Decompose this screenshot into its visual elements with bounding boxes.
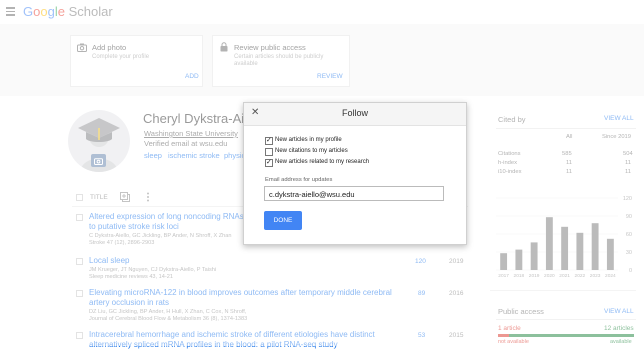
new-citations-label[interactable]: New citations to my articles [275,148,348,154]
email-field-label: Email address for updates [265,177,333,183]
done-button-label: DONE [273,217,293,224]
new-articles-checkbox[interactable] [265,136,273,145]
email-field-value: c.dykstra-aiello@wsu.edu [269,189,355,199]
email-field[interactable]: c.dykstra-aiello@wsu.edu [264,186,444,201]
done-button[interactable]: DONE [264,211,302,230]
follow-dialog: ✕ Follow New articles in my profile New … [243,102,467,245]
related-articles-checkbox[interactable] [265,158,273,167]
close-icon[interactable]: ✕ [251,107,259,118]
new-citations-checkbox[interactable] [265,148,273,156]
dialog-title: Follow [342,108,369,118]
new-articles-label[interactable]: New articles in my profile [275,137,342,143]
related-articles-label[interactable]: New articles related to my research [275,159,369,165]
